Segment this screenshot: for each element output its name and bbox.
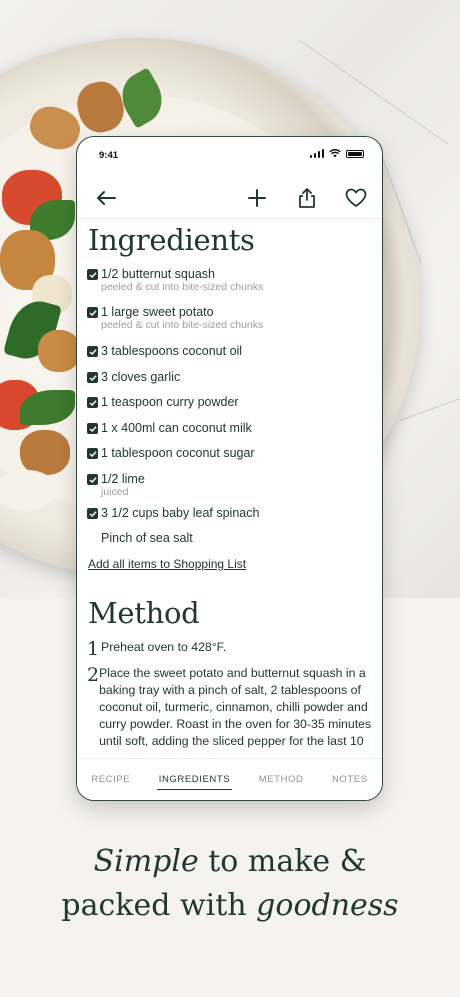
marketing-tagline: Simple to make & packed with goodness	[0, 840, 460, 928]
step-text: Place the sweet potato and butternut squ…	[99, 666, 372, 748]
step-number: 2	[87, 664, 100, 686]
tab-method[interactable]: METHOD	[257, 770, 306, 789]
add-button[interactable]	[240, 181, 274, 215]
ingredient-name: 1/2 butternut squash	[101, 267, 215, 281]
ingredient-name: 1/2 lime	[101, 472, 145, 486]
ingredient-name: 1 x 400ml can coconut milk	[101, 421, 252, 435]
checkbox-checked-icon[interactable]	[87, 474, 98, 485]
method-step: 1 Preheat oven to 428°F.	[87, 639, 372, 659]
step-number: 1	[87, 638, 100, 660]
ingredient-name: Pinch of sea salt	[101, 531, 193, 545]
ingredient-item[interactable]: 1 teaspoon curry powder	[87, 395, 377, 409]
method-step: 2 Place the sweet potato and butternut s…	[87, 665, 372, 750]
tab-notes[interactable]: NOTES	[330, 770, 370, 789]
tagline-emphasis: goodness	[256, 888, 399, 923]
tagline-text: to make &	[198, 844, 367, 879]
share-button[interactable]	[290, 181, 324, 215]
checkbox-checked-icon[interactable]	[87, 269, 98, 280]
ingredients-heading: Ingredients	[88, 223, 255, 257]
checkbox-checked-icon[interactable]	[87, 307, 98, 318]
ingredient-item[interactable]: 3 cloves garlic	[87, 370, 377, 384]
recipe-content[interactable]: Ingredients 1/2 butternut squash peeled …	[77, 219, 382, 759]
share-icon	[299, 188, 315, 208]
checkbox-checked-icon[interactable]	[87, 423, 98, 434]
ingredient-name: 1 large sweet potato	[101, 305, 214, 319]
ingredient-note: peeled & cut into bite-sized chunks	[101, 319, 264, 331]
checkbox-unchecked-icon[interactable]	[87, 533, 98, 544]
ingredient-note: juiced	[101, 486, 129, 498]
ingredient-item[interactable]: 1 x 400ml can coconut milk	[87, 421, 377, 435]
ingredient-note: peeled & cut into bite-sized chunks	[101, 281, 264, 293]
ingredient-item[interactable]: 1 large sweet potato peeled & cut into b…	[87, 305, 377, 332]
checkbox-checked-icon[interactable]	[87, 448, 98, 459]
tagline-line-1: Simple to make &	[0, 840, 460, 884]
ingredient-name: 1 tablespoon coconut sugar	[101, 446, 255, 460]
checkbox-checked-icon[interactable]	[87, 372, 98, 383]
ingredient-item[interactable]: 1/2 butternut squash peeled & cut into b…	[87, 267, 377, 294]
heart-icon	[345, 188, 367, 207]
wifi-icon	[329, 149, 341, 158]
add-to-shopping-list-link[interactable]: Add all items to Shopping List	[88, 557, 246, 571]
ingredient-name: 3 tablespoons coconut oil	[101, 344, 243, 358]
ingredient-item[interactable]: 3 tablespoons coconut oil	[87, 344, 377, 358]
ingredient-item[interactable]: 1/2 lime juiced	[87, 472, 377, 499]
tagline-line-2: packed with goodness	[0, 884, 460, 928]
favorite-button[interactable]	[339, 181, 373, 215]
ingredient-item[interactable]: 1 tablespoon coconut sugar	[87, 446, 377, 460]
tagline-text: packed with	[61, 888, 257, 923]
status-time: 9:41	[99, 150, 119, 161]
plus-icon	[248, 189, 266, 207]
phone-mockup: 9:41 Ingredients 1/2 butternut squash pe…	[76, 136, 383, 801]
checkbox-checked-icon[interactable]	[87, 397, 98, 408]
status-bar: 9:41	[77, 137, 382, 177]
ingredient-name: 3 1/2 cups baby leaf spinach	[101, 506, 260, 520]
method-heading: Method	[88, 596, 200, 630]
back-button[interactable]	[89, 181, 123, 215]
ingredient-name: 3 cloves garlic	[101, 370, 181, 384]
top-toolbar	[77, 177, 382, 219]
tab-ingredients[interactable]: INGREDIENTS	[156, 770, 233, 790]
tab-recipe[interactable]: RECIPE	[89, 770, 132, 789]
status-icons	[309, 149, 364, 158]
checkbox-checked-icon[interactable]	[87, 346, 98, 357]
ingredient-name: 1 teaspoon curry powder	[101, 395, 239, 409]
back-arrow-icon	[97, 191, 116, 205]
ingredient-item[interactable]: 3 1/2 cups baby leaf spinach	[87, 506, 377, 520]
tagline-emphasis: Simple	[93, 844, 199, 879]
ingredient-item[interactable]: Pinch of sea salt	[87, 531, 377, 545]
battery-icon	[346, 149, 364, 158]
signal-icon	[309, 149, 324, 158]
checkbox-checked-icon[interactable]	[87, 508, 98, 519]
step-text: Preheat oven to 428°F.	[101, 640, 227, 654]
recipe-tab-bar: RECIPE INGREDIENTS METHOD NOTES	[77, 758, 382, 800]
